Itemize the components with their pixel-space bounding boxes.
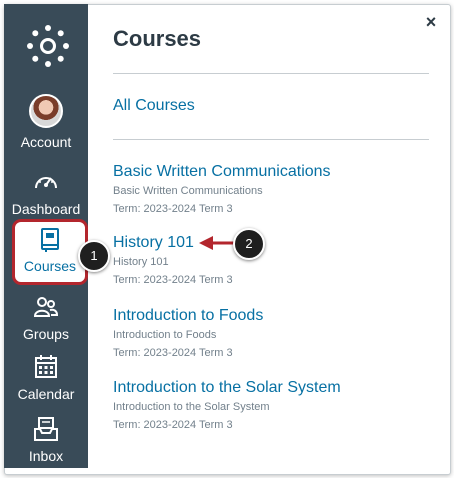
nav-label-dashboard: Dashboard [11,201,81,217]
course-item-basic-written-communications: Basic Written Communications Basic Writt… [113,162,433,218]
divider-bottom [113,139,429,140]
course-term: Term: 2023-2024 Term 3 [113,274,233,286]
inbox-icon [34,417,58,441]
canvas-logo-icon[interactable] [26,24,70,68]
course-term: Term: 2023-2024 Term 3 [113,347,233,359]
nav-item-inbox[interactable]: Inbox [4,416,88,476]
callout-badge-1: 1 [78,240,110,272]
divider-top [113,73,429,74]
close-icon[interactable]: × [422,13,440,31]
course-subtitle: History 101 [113,256,169,268]
nav-item-courses-inner[interactable]: Courses [12,227,88,287]
tray-title: Courses [113,26,202,51]
course-link[interactable]: History 101 [113,233,194,253]
course-item-introduction-to-the-solar-system: Introduction to the Solar System Introdu… [113,378,433,434]
callout-badge-2: 2 [233,228,265,260]
course-item-history-101: History 101 History 101 Term: 2023-2024 … [113,233,433,289]
avatar [29,94,63,128]
nav-label-inbox: Inbox [28,448,64,464]
nav-item-groups[interactable]: Groups [4,294,88,354]
nav-label-calendar: Calendar [17,386,75,402]
dashboard-icon [35,177,57,189]
course-item-introduction-to-foods: Introduction to Foods Introduction to Fo… [113,306,433,362]
nav-item-courses[interactable]: Courses [12,219,88,285]
course-subtitle: Basic Written Communications [113,185,263,197]
course-subtitle: Introduction to Foods [113,329,217,341]
book-icon [41,228,59,252]
nav-label-groups: Groups [23,326,69,342]
course-link[interactable]: Introduction to Foods [113,306,263,326]
groups-icon [33,297,59,317]
calendar-icon [35,355,57,378]
nav-label-account: Account [20,134,72,150]
nav-label-courses: Courses [23,258,77,274]
course-link[interactable]: Introduction to the Solar System [113,378,341,398]
all-courses-link[interactable]: All Courses [113,97,195,115]
course-term: Term: 2023-2024 Term 3 [113,203,233,215]
course-subtitle: Introduction to the Solar System [113,401,270,413]
nav-item-account[interactable]: Account [4,94,88,154]
nav-item-calendar[interactable]: Calendar [4,354,88,414]
course-link[interactable]: Basic Written Communications [113,162,331,182]
course-term: Term: 2023-2024 Term 3 [113,419,233,431]
